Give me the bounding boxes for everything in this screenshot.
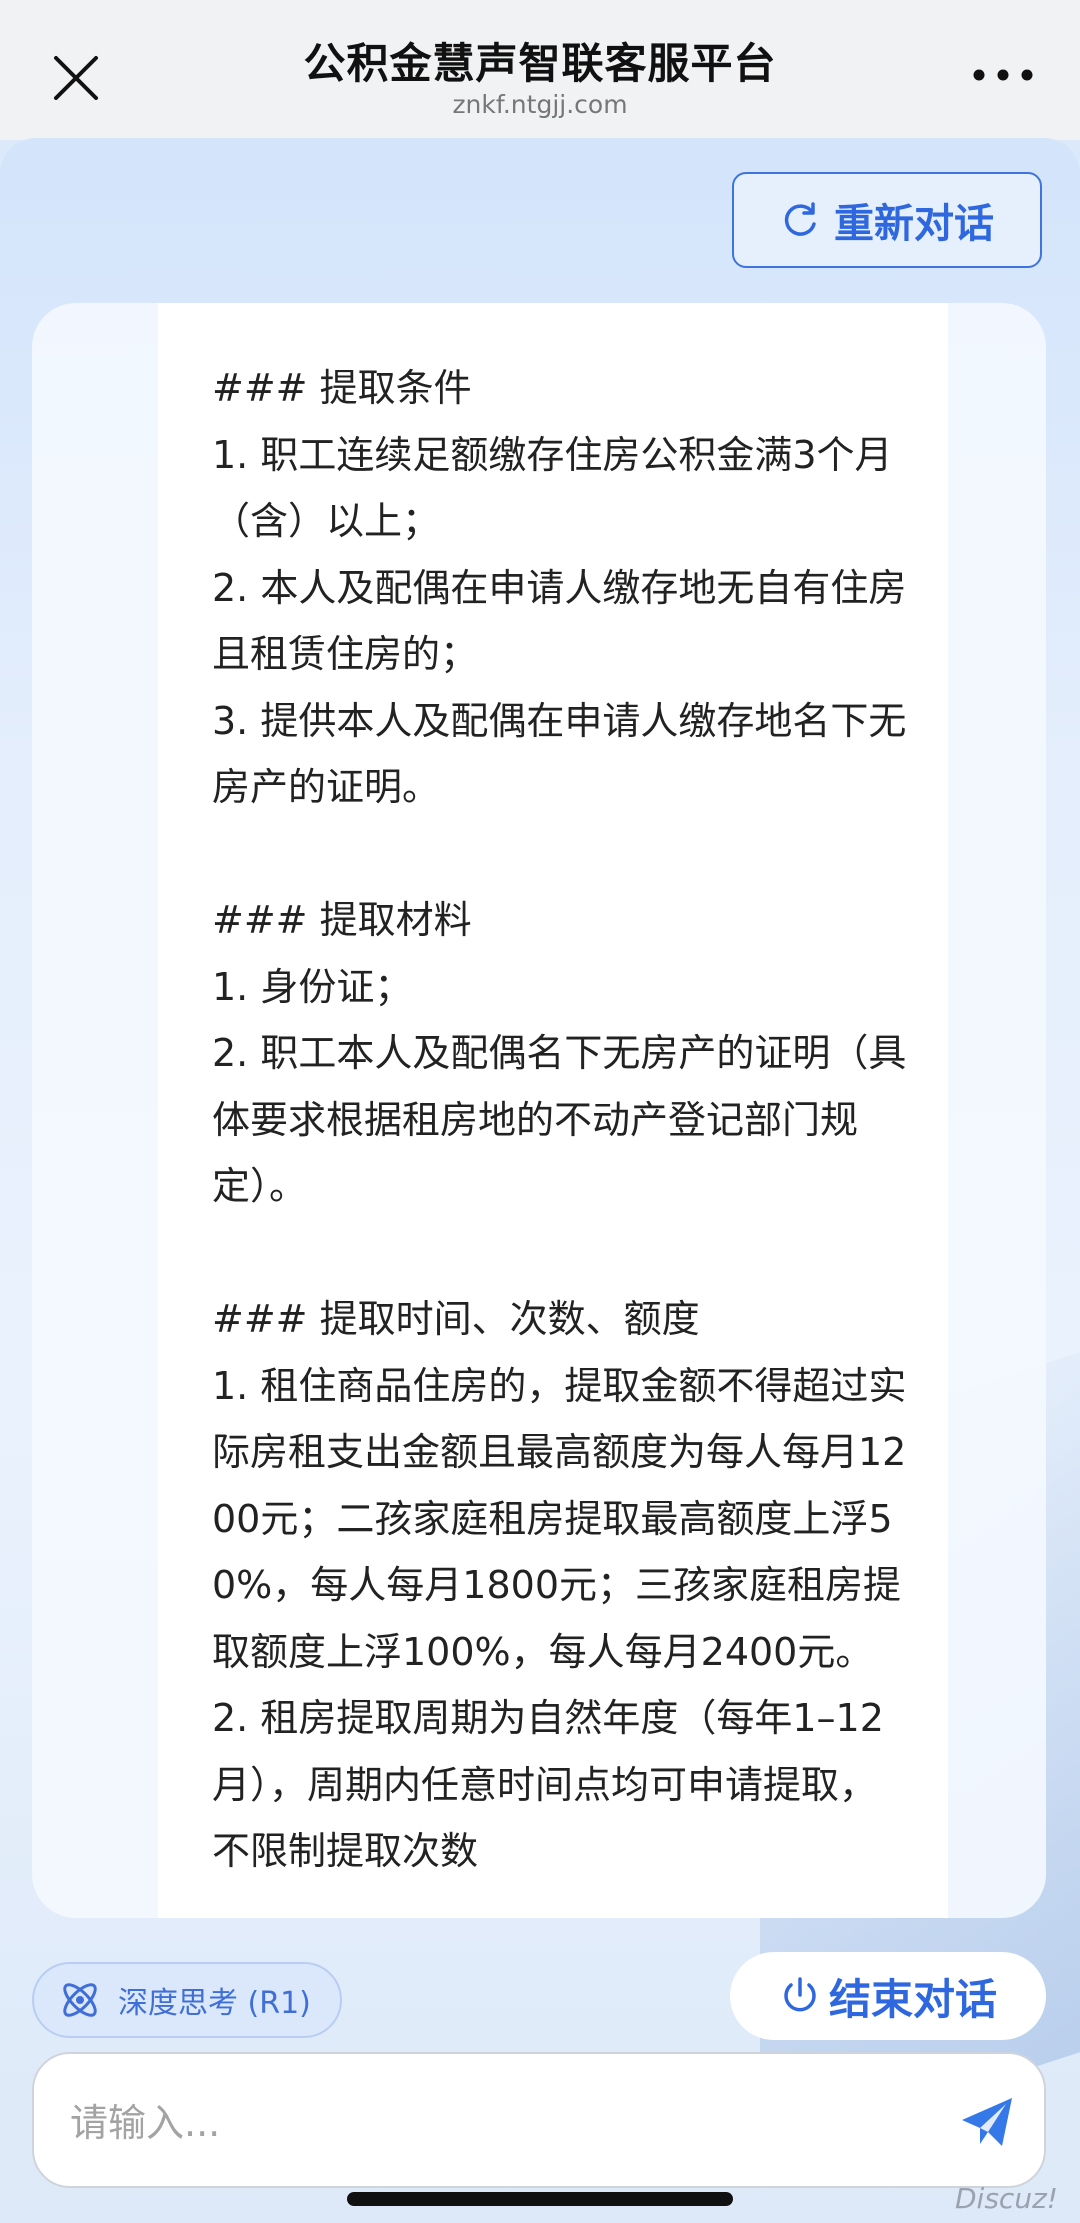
home-indicator bbox=[347, 2192, 733, 2206]
restart-label: 重新对话 bbox=[834, 201, 994, 247]
assistant-message: ### 提取条件 1. 职工连续足额缴存住房公积金满3个月（含）以上； 2. 本… bbox=[158, 303, 948, 1918]
message-input[interactable] bbox=[68, 2084, 932, 2162]
end-label: 结束对话 bbox=[828, 1974, 997, 2024]
close-button[interactable] bbox=[50, 52, 102, 104]
deep-think-toggle[interactable]: 深度思考 (R1) bbox=[32, 1962, 342, 2038]
close-icon bbox=[54, 56, 98, 100]
atom-icon bbox=[63, 1983, 97, 2017]
more-button[interactable] bbox=[970, 60, 1036, 90]
end-conversation-button[interactable]: 结束对话 bbox=[730, 1952, 1046, 2040]
refresh-icon bbox=[784, 202, 816, 236]
message-text: ### 提取条件 1. 职工连续足额缴存住房公积金满3个月（含）以上； 2. 本… bbox=[212, 366, 907, 1873]
page-title: 公积金慧声智联客服平台 bbox=[303, 39, 777, 88]
more-dots-icon bbox=[973, 69, 1033, 81]
header-bar: 公积金慧声智联客服平台 znkf.ntgjj.com bbox=[0, 0, 1080, 140]
page-url: znkf.ntgjj.com bbox=[452, 90, 628, 119]
send-button[interactable] bbox=[958, 2094, 1016, 2150]
message-input-box bbox=[32, 2052, 1046, 2188]
deep-think-label: 深度思考 (R1) bbox=[118, 1986, 311, 2021]
chat-card: ### 提取条件 1. 职工连续足额缴存住房公积金满3个月（含）以上； 2. 本… bbox=[32, 303, 1046, 1918]
power-icon bbox=[784, 1977, 816, 2012]
watermark-logo: Discuz! bbox=[955, 2182, 1058, 2215]
send-plane-icon bbox=[962, 2098, 1012, 2146]
restart-conversation-button[interactable]: 重新对话 bbox=[732, 172, 1042, 268]
